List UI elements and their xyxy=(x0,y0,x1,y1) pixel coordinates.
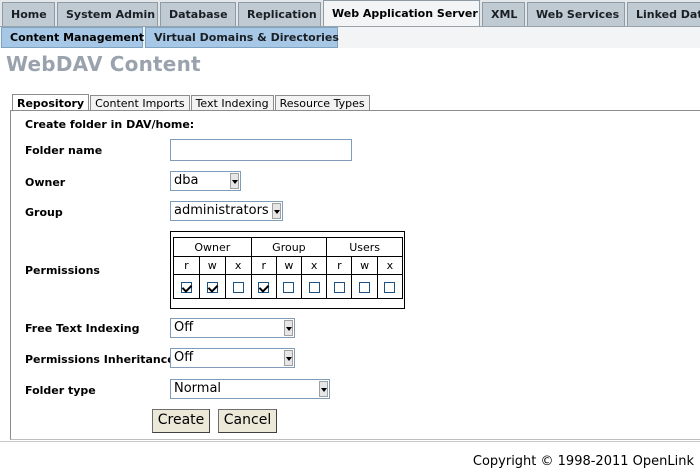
cancel-button[interactable]: Cancel xyxy=(218,409,277,433)
chevron-down-icon xyxy=(284,350,293,366)
create-button[interactable]: Create xyxy=(152,409,210,433)
owner-label: Owner xyxy=(25,176,66,189)
perm-owner-execute-checkbox[interactable] xyxy=(232,281,244,293)
perm-flag: x xyxy=(301,256,328,275)
permissions-inheritance-value: Off xyxy=(174,350,194,365)
tab-text-indexing[interactable]: Text Indexing xyxy=(190,95,274,111)
folder-name-input[interactable] xyxy=(170,139,352,161)
perm-flag: w xyxy=(198,256,226,275)
nav-tab-web-application-server[interactable]: Web Application Server xyxy=(323,0,480,26)
perm-group-read-checkbox[interactable] xyxy=(258,281,270,293)
permissions-label: Permissions xyxy=(25,264,100,277)
group-select[interactable]: administrators xyxy=(170,201,283,221)
group-label: Group xyxy=(25,206,63,219)
footer-divider xyxy=(0,441,700,442)
nav-tab-home[interactable]: Home xyxy=(2,2,55,26)
perm-flag: x xyxy=(376,256,404,275)
perm-owner-read-checkbox[interactable] xyxy=(180,281,192,293)
perm-users-read-checkbox[interactable] xyxy=(333,281,345,293)
nav-tab-replication[interactable]: Replication xyxy=(238,2,321,26)
folder-name-label: Folder name xyxy=(25,144,103,157)
group-select-value: administrators xyxy=(174,203,269,218)
folder-type-select[interactable]: Normal xyxy=(170,379,330,399)
chevron-down-icon xyxy=(284,320,293,336)
nav-tab-web-services[interactable]: Web Services xyxy=(527,2,625,26)
free-text-indexing-select[interactable]: Off xyxy=(170,318,295,338)
secondary-nav: Content Management Virtual Domains & Dir… xyxy=(0,27,700,48)
tab-content-imports[interactable]: Content Imports xyxy=(90,95,190,111)
perm-flag: r xyxy=(173,256,200,275)
perm-group-write-checkbox[interactable] xyxy=(283,281,295,293)
form-heading: Create folder in DAV/home: xyxy=(25,118,195,131)
nav-tab-database[interactable]: Database xyxy=(160,2,236,26)
perm-flag: r xyxy=(250,256,277,275)
perm-group-header: Group xyxy=(250,237,328,257)
nav-tab-linked-data[interactable]: Linked Data xyxy=(627,2,700,26)
permissions-inheritance-label: Permissions Inheritance xyxy=(25,353,175,366)
content-tabs: Repository Content Imports Text Indexing… xyxy=(12,93,371,112)
page-title: WebDAV Content xyxy=(6,52,201,76)
perm-flag: w xyxy=(351,256,378,275)
nav-tab-system-admin[interactable]: System Admin xyxy=(57,2,158,26)
folder-type-value: Normal xyxy=(174,381,222,396)
copyright-text: Copyright © 1998-2011 OpenLink xyxy=(472,454,694,469)
perm-users-header: Users xyxy=(326,237,403,257)
tab-resource-types[interactable]: Resource Types xyxy=(274,95,370,111)
free-text-indexing-value: Off xyxy=(174,320,194,335)
permissions-inheritance-select[interactable]: Off xyxy=(170,348,295,368)
perm-owner-write-checkbox[interactable] xyxy=(206,281,218,293)
chevron-down-icon xyxy=(230,173,239,189)
perm-flag: w xyxy=(275,256,303,275)
perm-flag: x xyxy=(224,256,252,275)
permissions-grid: Owner Group Users r w x r w x r w x xyxy=(170,231,405,309)
perm-group-execute-checkbox[interactable] xyxy=(308,281,320,293)
owner-select-value: dba xyxy=(174,173,199,188)
primary-nav: Home System Admin Database Replication W… xyxy=(0,0,700,27)
chevron-down-icon xyxy=(319,381,328,397)
perm-users-execute-checkbox[interactable] xyxy=(384,281,396,293)
perm-flag: r xyxy=(326,256,353,275)
chevron-down-icon xyxy=(272,203,281,219)
perm-owner-header: Owner xyxy=(173,237,252,257)
nav-tab-content-management[interactable]: Content Management xyxy=(1,27,144,48)
owner-select[interactable]: dba xyxy=(170,171,241,191)
nav-tab-virtual-domains[interactable]: Virtual Domains & Directories xyxy=(145,27,339,48)
nav-tab-xml[interactable]: XML xyxy=(482,2,525,26)
free-text-indexing-label: Free Text Indexing xyxy=(25,322,140,335)
perm-users-write-checkbox[interactable] xyxy=(359,281,371,293)
folder-type-label: Folder type xyxy=(25,384,96,397)
